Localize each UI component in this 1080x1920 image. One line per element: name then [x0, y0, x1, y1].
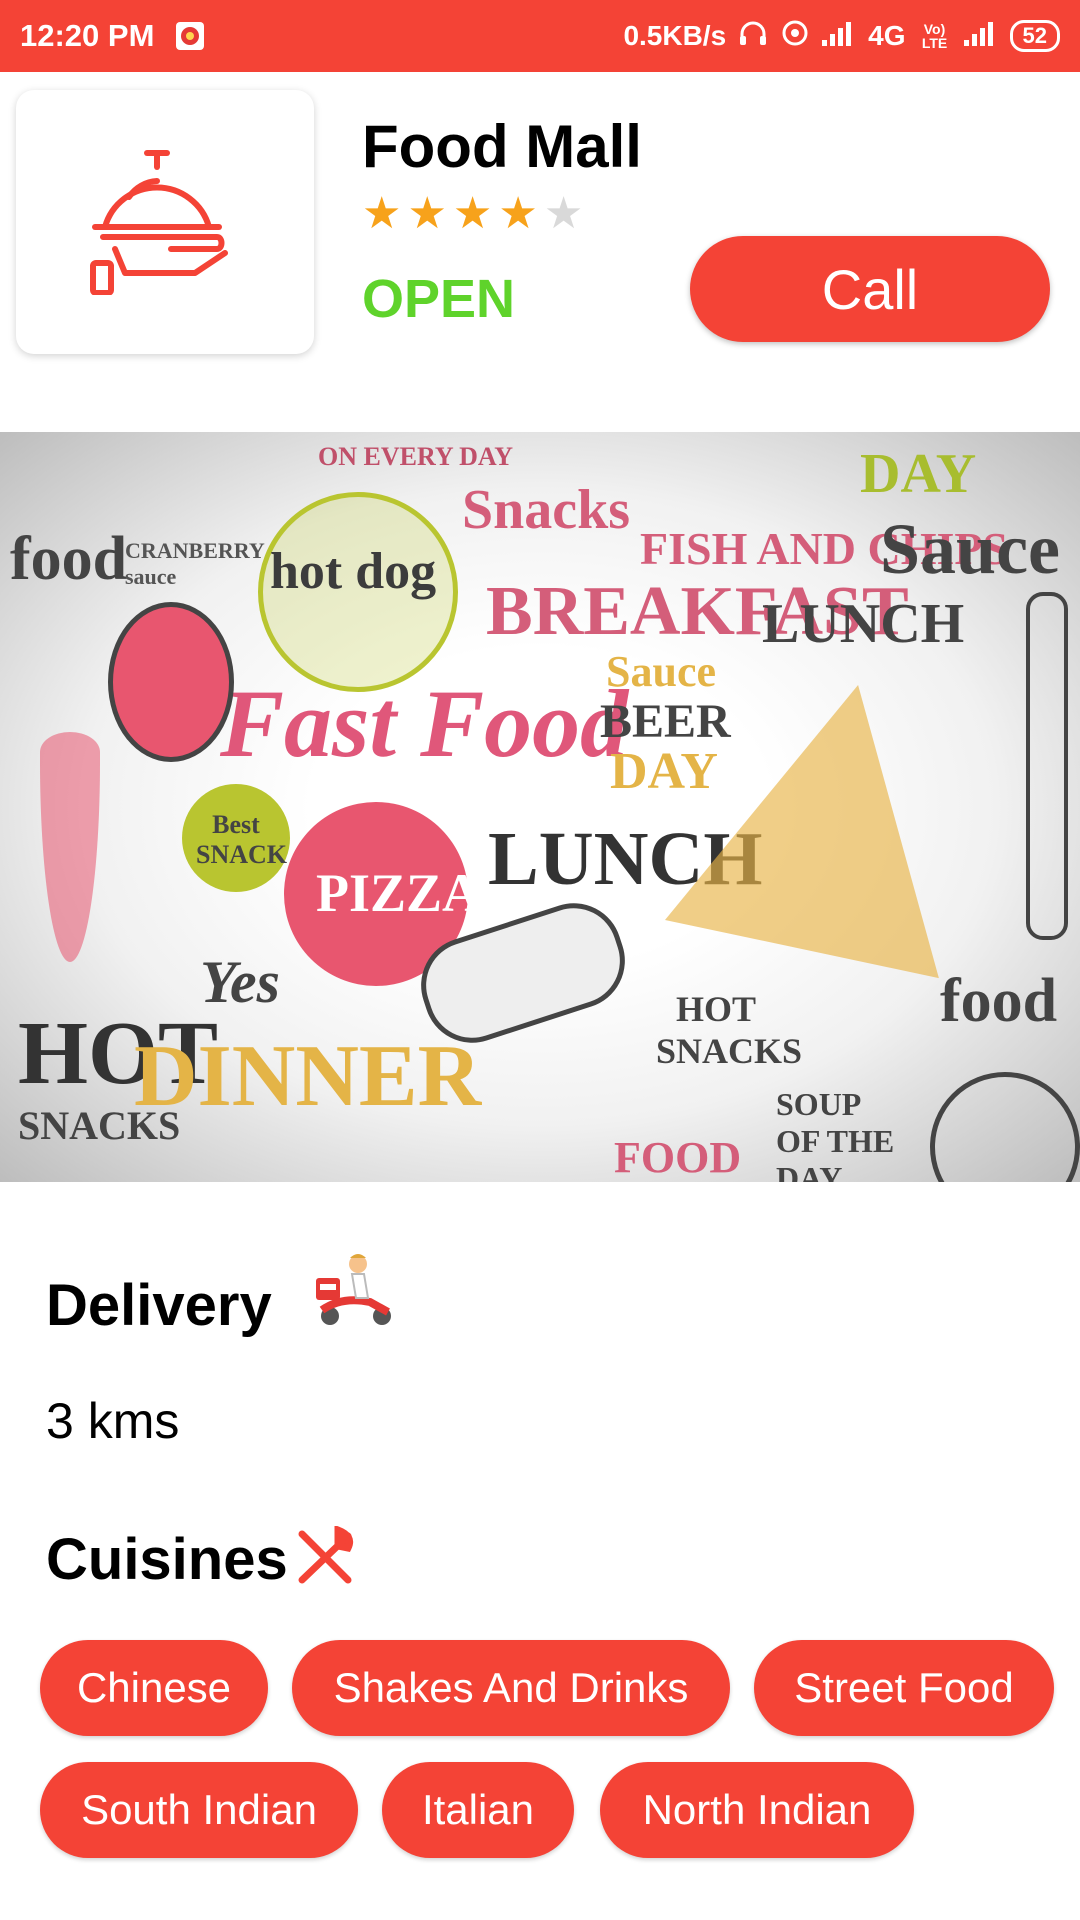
banner-word: LUNCH: [762, 593, 965, 655]
battery-icon: 52: [1009, 20, 1060, 52]
banner-word: Sauce: [606, 647, 716, 696]
banner-word: DINNER: [134, 1028, 482, 1125]
cuisine-chip-label: North Indian: [642, 1786, 872, 1833]
network-type: 4G: [868, 20, 906, 51]
banner-word: food: [10, 525, 128, 593]
banner-word: FOOD: [614, 1133, 742, 1182]
volte-label: Vo) LTE: [921, 21, 948, 51]
network-speed: 0.5KB/s: [623, 20, 727, 51]
banner-pizza-round: [930, 1072, 1080, 1182]
cuisine-chip-label: Italian: [421, 1786, 535, 1833]
status-time: 12:20 PM: [20, 18, 155, 53]
headphones-icon: [738, 19, 768, 54]
star-empty-icon: ★: [543, 189, 584, 238]
star-filled-icon: ★: [452, 189, 493, 238]
cuisines-title: Cuisines: [46, 1527, 288, 1592]
cuisine-chip-label: Chinese: [76, 1664, 232, 1711]
status-bar-left: 12:20 PM: [20, 18, 205, 54]
delivery-scooter-icon: [312, 1252, 396, 1333]
status-bar: 12:20 PM 0.5KB/s 4G Vo) LTE 52: [0, 0, 1080, 72]
cuisine-chip-south-indian[interactable]: South Indian: [40, 1762, 358, 1858]
cuisine-chip-street-food[interactable]: Street Food: [754, 1640, 1054, 1736]
serving-cloche-icon: [85, 145, 245, 300]
banner-knife: [1026, 592, 1068, 940]
rating-stars: ★ ★ ★ ★ ★: [362, 192, 583, 236]
battery-level: 52: [1022, 23, 1047, 48]
cuisine-chip-label: Street Food: [794, 1664, 1014, 1711]
banner-spoon: [108, 602, 234, 762]
banner-word: SNACKS: [18, 1103, 181, 1148]
banner-word: hot dog: [270, 543, 437, 600]
cuisine-chip-label: Shakes And Drinks: [333, 1664, 689, 1711]
store-logo: [16, 90, 314, 354]
star-filled-icon: ★: [407, 189, 447, 238]
store-name: Food Mall: [362, 113, 642, 180]
cuisine-chip-chinese[interactable]: Chinese: [40, 1640, 268, 1736]
banner-word: DAY: [860, 443, 977, 505]
notification-app-icon: [176, 22, 205, 50]
banner-word: Best SNACK: [196, 810, 288, 869]
fork-knife-icon: [294, 1524, 356, 1593]
banner-word: food: [940, 967, 1058, 1035]
banner-word: SOUP OF THE DAY: [776, 1086, 895, 1182]
cuisine-chip-label: South Indian: [81, 1786, 317, 1833]
banner-word: Fast Food: [220, 670, 629, 777]
call-label: Call: [821, 257, 919, 321]
signal-icon-2: [963, 20, 998, 53]
banner-word: CRANBERRY sauce: [125, 538, 264, 589]
star-filled-icon: ★: [362, 189, 402, 238]
delivery-distance: 3 kms: [46, 1393, 180, 1449]
cuisine-chip-shakes-and-drinks[interactable]: Shakes And Drinks: [292, 1640, 730, 1736]
banner-word: Snacks: [462, 479, 631, 541]
cuisine-chip-italian[interactable]: Italian: [382, 1762, 574, 1858]
banner-pizza-slice: [664, 655, 996, 979]
cuisine-chip-north-indian[interactable]: North Indian: [600, 1762, 914, 1858]
open-status: OPEN: [362, 269, 516, 329]
delivery-title: Delivery: [46, 1273, 272, 1338]
banner-image: food CRANBERRY sauce ON EVERY DAY DAY ho…: [0, 432, 1080, 1182]
banner-word: HOT SNACKS: [656, 989, 803, 1071]
banner-word: PIZZA: [316, 863, 482, 923]
star-filled-icon: ★: [498, 189, 538, 238]
status-bar-right: 0.5KB/s 4G Vo) LTE 52: [623, 18, 1060, 55]
banner-carrot: [40, 732, 100, 962]
signal-icon-1: [822, 20, 856, 53]
banner-word: ON EVERY DAY: [318, 442, 514, 471]
call-button[interactable]: Call: [690, 236, 1050, 342]
hotspot-icon: [780, 18, 810, 55]
